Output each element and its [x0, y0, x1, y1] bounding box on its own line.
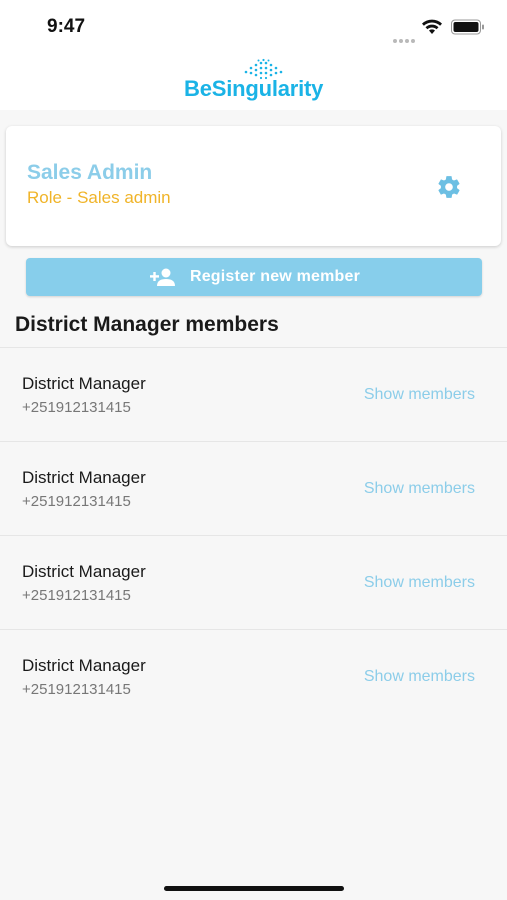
add-person-icon	[149, 268, 175, 286]
show-members-link[interactable]: Show members	[364, 668, 475, 686]
member-phone: +251912131415	[22, 587, 131, 604]
logo-text: BeSingularity	[184, 76, 324, 101]
member-phone: +251912131415	[22, 399, 131, 416]
besingularity-logo: BeSingularity	[184, 58, 334, 104]
member-name: District Manager	[22, 656, 146, 675]
register-new-member-button[interactable]: Register new member	[26, 258, 482, 296]
wifi-icon	[422, 19, 442, 34]
profile-card: Sales Admin Role - Sales admin	[6, 126, 501, 246]
members-list: District Manager +251912131415 Show memb…	[0, 347, 507, 723]
show-members-link[interactable]: Show members	[364, 386, 475, 404]
member-list-item[interactable]: District Manager +251912131415 Show memb…	[0, 629, 507, 723]
status-bar: 9:47	[0, 0, 507, 54]
profile-role: Role - Sales admin	[27, 188, 171, 207]
member-phone: +251912131415	[22, 681, 131, 698]
member-name: District Manager	[22, 468, 146, 487]
signal-dots-icon	[393, 30, 417, 48]
member-name: District Manager	[22, 562, 146, 581]
member-list-item[interactable]: District Manager +251912131415 Show memb…	[0, 535, 507, 629]
status-time: 9:47	[47, 16, 86, 37]
section-title: District Manager members	[15, 313, 279, 336]
show-members-link[interactable]: Show members	[364, 480, 475, 498]
member-phone: +251912131415	[22, 493, 131, 510]
show-members-link[interactable]: Show members	[364, 574, 475, 592]
home-indicator[interactable]	[164, 886, 344, 891]
app-header: BeSingularity	[0, 54, 507, 110]
member-list-item[interactable]: District Manager +251912131415 Show memb…	[0, 441, 507, 535]
member-name: District Manager	[22, 374, 146, 393]
register-button-label: Register new member	[189, 268, 361, 285]
battery-icon	[451, 19, 484, 35]
member-list-item[interactable]: District Manager +251912131415 Show memb…	[0, 347, 507, 441]
app-screen: 9:47 BeSingularity Sales Admin Role - Sa…	[0, 0, 507, 900]
gear-icon[interactable]	[436, 174, 462, 200]
profile-name: Sales Admin	[27, 161, 153, 184]
